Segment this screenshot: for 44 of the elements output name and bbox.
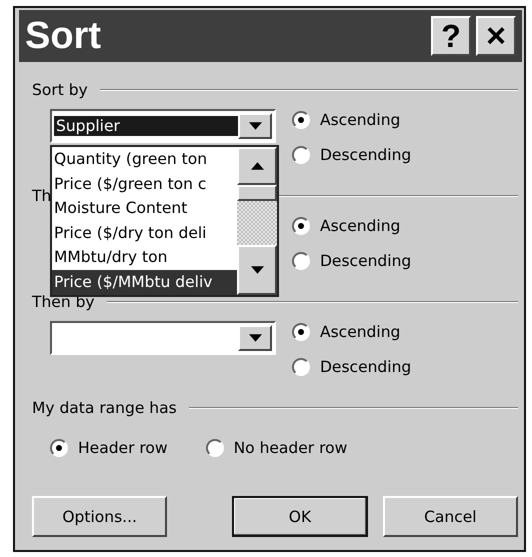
radio-button[interactable]: Header row — [50, 430, 168, 465]
dropdown-button[interactable] — [238, 325, 272, 351]
dialog-button[interactable]: Options... — [32, 496, 168, 537]
down-arrow-icon — [250, 266, 264, 274]
radio-button[interactable]: Ascending — [292, 208, 412, 243]
dropdown-button[interactable] — [238, 113, 272, 139]
group-label: Then by — [32, 293, 95, 311]
radio-button[interactable]: Ascending — [292, 314, 412, 349]
up-arrow-icon — [250, 162, 264, 170]
list-item[interactable]: MMbtu/dry ton — [52, 245, 237, 270]
scroll-thumb[interactable] — [237, 185, 277, 201]
help-button[interactable]: ? — [431, 16, 471, 56]
dropdown-field[interactable]: Supplier — [50, 109, 276, 143]
list-item[interactable]: Moisture Content — [52, 196, 237, 221]
scroll-up-button[interactable] — [237, 147, 277, 185]
radio-circle[interactable] — [206, 438, 224, 456]
list-item[interactable]: Price ($/green ton c — [52, 172, 237, 196]
close-button[interactable]: × — [476, 16, 516, 56]
dropdown-field[interactable] — [50, 321, 276, 355]
group-label: My data range has — [32, 399, 177, 417]
radio-circle[interactable] — [292, 322, 310, 340]
radio-circle[interactable] — [50, 438, 68, 456]
radio-button[interactable]: Descending — [292, 243, 412, 278]
radio-circle[interactable] — [292, 216, 310, 234]
dialog-button[interactable]: OK — [232, 496, 368, 537]
dialog-button[interactable]: Cancel — [382, 496, 518, 537]
radio-button[interactable]: Descending — [292, 137, 412, 172]
radio-button[interactable]: Ascending — [292, 102, 412, 137]
group-label: Th — [32, 187, 52, 205]
radio-circle[interactable] — [292, 252, 310, 270]
radio-circle[interactable] — [292, 110, 310, 128]
list-item[interactable]: Price ($/dry ton deli — [52, 220, 237, 246]
radio-circle[interactable] — [292, 358, 310, 376]
caret-icon — [248, 334, 262, 342]
radio-circle[interactable] — [292, 146, 310, 164]
radio-button[interactable]: Descending — [292, 349, 412, 384]
list-item[interactable]: Price ($/MMbtu deliv — [52, 270, 237, 295]
list-item[interactable]: Quantity (green ton — [52, 147, 237, 172]
radio-button[interactable]: No header row — [206, 430, 348, 465]
group-label: Sort by — [32, 81, 88, 99]
window-title: Sort — [25, 14, 101, 58]
caret-icon — [248, 122, 262, 130]
scroll-down-button[interactable] — [237, 245, 277, 295]
dropdown-value: Supplier — [54, 116, 238, 136]
